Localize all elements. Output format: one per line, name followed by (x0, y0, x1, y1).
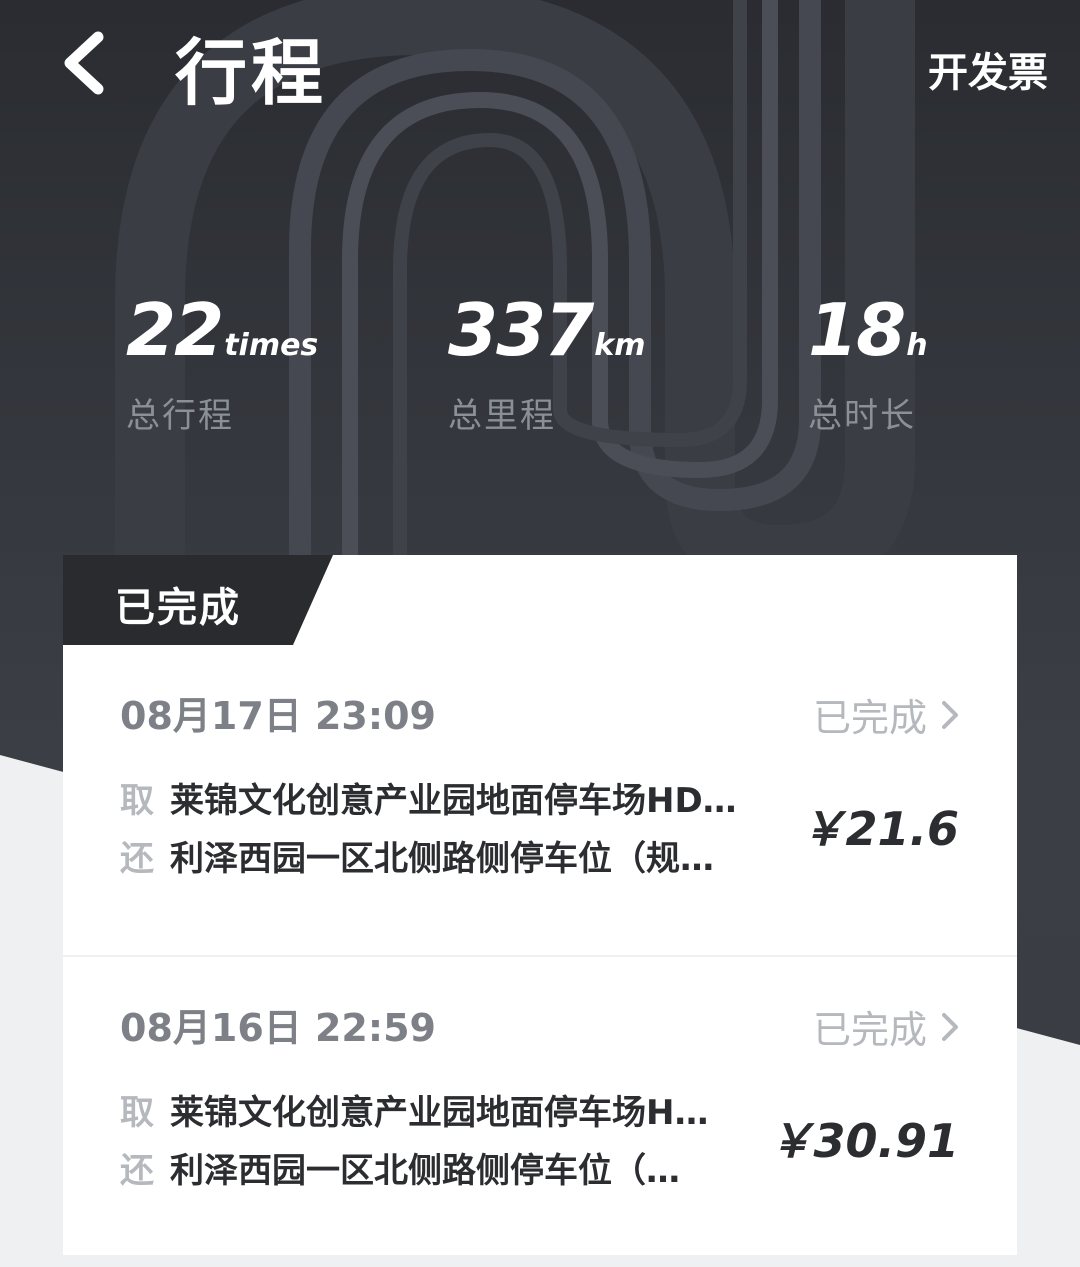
stat-value: 22 (126, 288, 224, 372)
trip-status-label: 已完成 (812, 696, 927, 740)
pickup-location: 莱锦文化创意产业园地面停车场HD… (170, 781, 737, 821)
trip-item[interactable]: 08月17日 23:09 已完成 取莱锦文化创意产业园地面停车场HD… 还利泽西… (63, 645, 1017, 955)
chevron-right-icon (942, 700, 958, 729)
trip-datetime: 08月16日 22:59 (120, 1006, 436, 1050)
return-row: 还利泽西园一区北侧路侧停车位（规… (120, 831, 714, 880)
trip-status-label: 已完成 (812, 1008, 927, 1052)
page-title: 行程 (175, 31, 328, 115)
trip-status: 已完成 (813, 999, 959, 1054)
return-tag: 还 (120, 839, 154, 879)
stat-label: 总时长 (808, 396, 916, 436)
trip-price: ￥21.6 (799, 802, 960, 856)
trips-card: 已完成 08月17日 23:09 已完成 取莱锦文化创意产业园地面停车场HD… … (63, 555, 1017, 1255)
stat-value: 18 (808, 288, 906, 372)
pickup-tag: 取 (120, 1093, 154, 1133)
pickup-row: 取莱锦文化创意产业园地面停车场H… (120, 1085, 708, 1134)
trip-item[interactable]: 08月16日 22:59 已完成 取莱锦文化创意产业园地面停车场H… 还利泽西园… (63, 957, 1017, 1267)
invoice-button[interactable]: 开发票 (928, 40, 1048, 98)
stat-unit: h (906, 328, 928, 363)
trip-datetime: 08月17日 23:09 (120, 694, 436, 738)
pickup-location: 莱锦文化创意产业园地面停车场H… (170, 1093, 709, 1133)
stat-total-trips: 22times 总行程 (126, 290, 318, 437)
stat-unit: times (224, 328, 319, 363)
stat-label: 总里程 (448, 396, 556, 436)
return-location: 利泽西园一区北侧路侧停车位（… (170, 1151, 680, 1191)
return-location: 利泽西园一区北侧路侧停车位（规… (170, 839, 714, 879)
stat-total-duration: 18h 总时长 (808, 290, 928, 437)
stat-total-distance: 337km 总里程 (448, 290, 646, 437)
trip-price: ￥30.91 (767, 1114, 959, 1168)
completed-tab-label: 已完成 (115, 585, 241, 631)
stat-value: 337 (448, 288, 594, 372)
stat-unit: km (594, 328, 646, 363)
chevron-right-icon (942, 1012, 958, 1041)
return-tag: 还 (120, 1151, 154, 1191)
pickup-row: 取莱锦文化创意产业园地面停车场HD… (120, 773, 737, 822)
return-row: 还利泽西园一区北侧路侧停车位（… (120, 1143, 680, 1192)
back-button[interactable] (48, 28, 118, 98)
pickup-tag: 取 (120, 781, 154, 821)
stat-label: 总行程 (126, 396, 234, 436)
chevron-left-icon (64, 31, 104, 95)
trip-status: 已完成 (813, 687, 959, 742)
